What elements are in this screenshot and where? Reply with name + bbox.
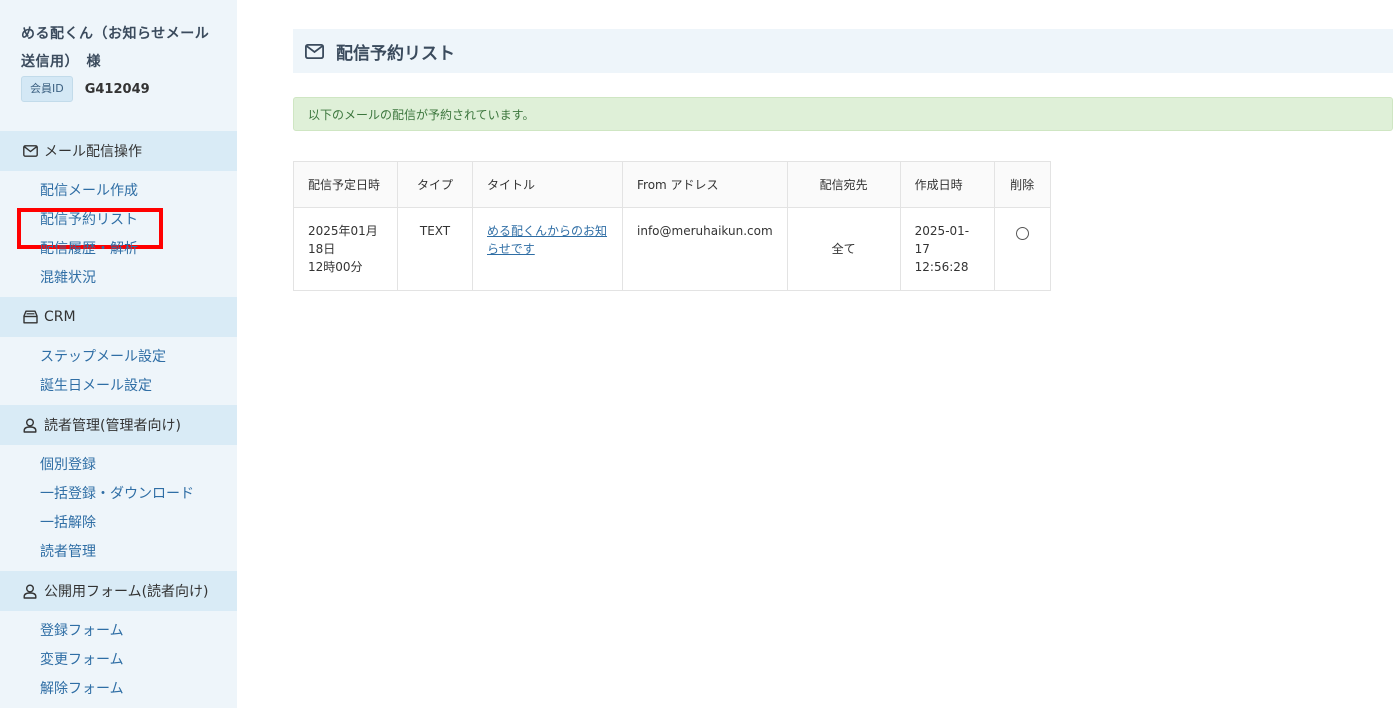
sidebar-item-register-form[interactable]: 登録フォーム [0, 617, 237, 646]
schedule-table: 配信予定日時 タイプ タイトル From アドレス 配信宛先 作成日時 削除 2… [293, 161, 1051, 291]
sidebar-item-reader-manage[interactable]: 読者管理 [0, 538, 237, 567]
cell-scheduled-at: 2025年01月 18日 12時00分 [293, 207, 398, 291]
cell-recipients: 全て [786, 207, 901, 291]
sidebar-item-bulk-register[interactable]: 一括登録・ダウンロード [0, 480, 237, 509]
page-title-bar: 配信予約リスト [293, 29, 1393, 73]
mail-title-line: める配くんからのお知 [487, 224, 608, 238]
section-title: 読者管理(管理者向け) [44, 418, 181, 434]
col-header-type: タイプ [397, 161, 473, 208]
sidebar-item-compose[interactable]: 配信メール作成 [0, 177, 237, 206]
person-icon [22, 417, 38, 433]
col-header-created-at: 作成日時 [899, 161, 995, 208]
sidebar-item-bulk-remove[interactable]: 一括解除 [0, 509, 237, 538]
user-info: める配くん（お知らせメール 送信用） 様 会員ID G412049 [0, 0, 237, 131]
col-header-scheduled-at: 配信予定日時 [293, 161, 398, 208]
created-date: 2025-01-17 [914, 224, 970, 256]
cell-delete [993, 207, 1051, 291]
sidebar-item-history[interactable]: 配信履歴・解析 [0, 235, 237, 264]
mail-title-line: らせです [487, 242, 535, 256]
user-name-line1: める配くん（お知らせメール [21, 26, 210, 42]
sidebar: める配くん（お知らせメール 送信用） 様 会員ID G412049 メール配信操… [0, 0, 237, 708]
inbox-icon [22, 309, 38, 325]
section-head-crm: CRM [0, 297, 237, 337]
cell-from: info@meruhaikun.com [622, 207, 788, 291]
section-reader-admin: 読者管理(管理者向け) 個別登録 一括登録・ダウンロード 一括解除 読者管理 [0, 405, 237, 571]
col-header-from: From アドレス [622, 161, 788, 208]
member-id-badge: 会員ID [21, 76, 73, 102]
table-header-row: 配信予定日時 タイプ タイトル From アドレス 配信宛先 作成日時 削除 [293, 161, 1051, 208]
section-title: メール配信操作 [44, 144, 142, 160]
scheduled-date-line: 18日 [308, 242, 336, 256]
cell-type: TEXT [397, 207, 473, 291]
mail-title-link[interactable]: める配くんからのお知 らせです [487, 224, 607, 256]
section-crm: CRM ステップメール設定 誕生日メール設定 [0, 297, 237, 405]
mail-icon [22, 143, 38, 159]
section-public-forms: 公開用フォーム(読者向け) 登録フォーム 変更フォーム 解除フォーム [0, 571, 237, 708]
created-time: 12:56:28 [914, 260, 969, 274]
col-header-recipients: 配信宛先 [786, 161, 901, 208]
sidebar-item-individual-register[interactable]: 個別登録 [0, 451, 237, 480]
section-head-reader-admin: 読者管理(管理者向け) [0, 405, 237, 445]
page-title: 配信予約リスト [336, 43, 455, 64]
delete-radio[interactable] [1015, 227, 1029, 240]
scheduled-time-line: 12時00分 [308, 260, 363, 274]
user-name-line2: 送信用） 様 [21, 54, 101, 70]
sidebar-item-congestion[interactable]: 混雑状況 [0, 264, 237, 293]
mail-icon [305, 43, 324, 59]
scheduled-date-line: 2025年01月 [308, 224, 378, 238]
sidebar-item-schedule-list[interactable]: 配信予約リスト [0, 206, 237, 249]
section-title: CRM [44, 309, 76, 325]
cell-title: める配くんからのお知 らせです [472, 207, 623, 291]
section-head-public-forms: 公開用フォーム(読者向け) [0, 571, 237, 611]
section-title: 公開用フォーム(読者向け) [44, 584, 209, 600]
person-icon [22, 583, 38, 599]
col-header-title: タイトル [472, 161, 623, 208]
cell-created-at: 2025-01-17 12:56:28 [899, 207, 995, 291]
sidebar-item-birthday-mail[interactable]: 誕生日メール設定 [0, 372, 237, 401]
section-head-mail-ops: メール配信操作 [0, 131, 237, 171]
main-content: 配信予約リスト 以下のメールの配信が予約されています。 配信予定日時 タイプ タ… [293, 0, 1393, 708]
sidebar-item-step-mail[interactable]: ステップメール設定 [0, 343, 237, 372]
info-alert: 以下のメールの配信が予約されています。 [293, 97, 1393, 131]
sidebar-item-change-form[interactable]: 変更フォーム [0, 646, 237, 675]
sidebar-item-remove-form[interactable]: 解除フォーム [0, 675, 237, 704]
col-header-delete: 削除 [993, 161, 1051, 208]
table-row: 2025年01月 18日 12時00分 TEXT める配くんからのお知 らせです… [293, 207, 1051, 291]
member-id-value: G412049 [84, 81, 150, 97]
section-mail-ops: メール配信操作 配信メール作成 配信予約リスト 配信履歴・解析 混雑状況 [0, 131, 237, 297]
